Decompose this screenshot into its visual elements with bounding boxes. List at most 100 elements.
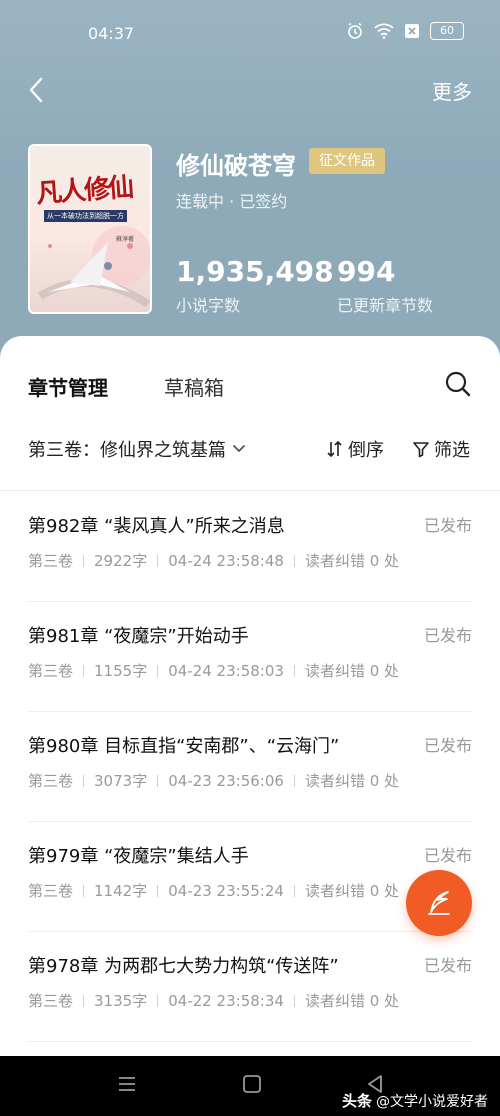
chapter-item[interactable]: 第980章 目标直指“安南郡”、“云海门” 已发布 第三卷 3073字 04-2… [0,712,500,822]
chapter-title: 第982章 “裴风真人”所来之消息 [28,516,285,537]
separator [293,664,295,677]
chapter-time: 04-24 23:58:03 [168,661,284,680]
chapter-title: 第978章 为两郡七大势力构筑“传送阵” [28,956,339,977]
watermark-logo: 头条 [341,1092,372,1110]
chapter-panel: 章节管理 草稿箱 第三卷：修仙界之筑基篇 倒序 筛选 第982章 “裴风真人”所… [0,336,500,1056]
separator [157,994,159,1007]
divider [0,490,500,491]
chapter-words: 1155字 [94,662,148,680]
contest-badge: 征文作品 [309,148,385,174]
chapter-volume: 第三卷 [28,662,74,680]
sort-icon [327,440,342,458]
separator [83,664,85,677]
divider [28,1041,472,1042]
chapter-time: 04-23 23:56:06 [168,771,284,790]
search-icon [445,371,471,397]
chapter-item[interactable]: 第978章 为两郡七大势力构筑“传送阵” 已发布 第三卷 3135字 04-22… [0,932,500,1042]
chapter-words: 3135字 [94,992,148,1010]
book-header: 04:37 60 更多 凡人修仙 从一本破功法到超脱一方 蘇淳著 修仙破苍穹 征… [0,0,500,380]
system-nav-bar: 头条 @文学小说爱好者 [0,1056,500,1116]
alarm-icon [348,22,362,39]
separator [83,554,85,567]
chapter-count-value: 994 [337,255,396,288]
chapter-status: 已发布 [423,956,472,975]
sort-label: 倒序 [348,440,384,461]
tab-chapter-management[interactable]: 章节管理 [28,372,108,401]
filter-icon [413,442,429,458]
filter-row: 第三卷：修仙界之筑基篇 倒序 筛选 [0,436,500,468]
filter-button[interactable]: 筛选 [412,436,470,462]
chapter-time: 04-24 23:58:48 [168,551,284,570]
cover-subtitle: 从一本破功法到超脱一方 [44,210,127,222]
chapter-meta: 第三卷 3073字 04-23 23:56:06 读者纠错 0 处 [28,770,399,791]
book-title: 修仙破苍穹 [176,152,296,180]
word-count-value: 1,935,498 [176,255,334,288]
chapter-words: 1142字 [94,882,148,900]
home-icon[interactable] [242,1074,262,1094]
search-button[interactable] [444,370,472,398]
back-button[interactable] [28,70,60,110]
separator [83,884,85,897]
wifi-icon [374,23,394,39]
cover-title: 凡人修仙 [35,172,134,210]
chevron-down-icon [233,445,245,453]
menu-icon[interactable] [117,1074,137,1094]
watermark: 头条 @文学小说爱好者 [342,1090,488,1111]
chapter-meta: 第三卷 1142字 04-23 23:55:24 读者纠错 0 处 [28,880,399,901]
volume-select-label: 第三卷：修仙界之筑基篇 [28,440,226,461]
status-icons: 60 [346,22,464,40]
status-time: 04:37 [88,24,135,43]
chapter-meta: 第三卷 3135字 04-22 23:58:34 读者纠错 0 处 [28,990,399,1011]
chapter-volume: 第三卷 [28,992,74,1010]
cover-author: 蘇淳著 [116,236,135,243]
chapter-status: 已发布 [423,846,472,865]
separator [293,774,295,787]
chapter-errors: 读者纠错 0 处 [304,882,400,900]
chapter-time: 04-22 23:58:34 [168,991,284,1010]
top-nav: 更多 [0,70,500,110]
word-count-label: 小说字数 [176,296,241,315]
battery-icon: 60 [430,22,464,40]
chapter-status: 已发布 [423,736,472,755]
chapter-words: 3073字 [94,772,148,790]
write-chapter-button[interactable] [406,870,472,936]
more-button[interactable]: 更多 [432,76,472,105]
separator [157,554,159,567]
chapter-volume: 第三卷 [28,772,74,790]
chapter-errors: 读者纠错 0 处 [304,552,400,570]
chapter-meta: 第三卷 2922字 04-24 23:58:48 读者纠错 0 处 [28,550,399,571]
separator [157,884,159,897]
separator [157,774,159,787]
volume-select[interactable]: 第三卷：修仙界之筑基篇 [28,436,246,462]
chapter-meta: 第三卷 1155字 04-24 23:58:03 读者纠错 0 处 [28,660,399,681]
sort-button[interactable]: 倒序 [326,436,384,462]
filter-label: 筛选 [434,440,470,461]
chapter-errors: 读者纠错 0 处 [304,992,400,1010]
separator [83,994,85,1007]
watermark-text: @文学小说爱好者 [376,1093,488,1110]
chapter-status: 已发布 [423,516,472,535]
book-status: 连载中 · 已签约 [176,192,288,211]
status-bar: 04:37 60 [0,0,500,66]
separator [83,774,85,787]
tab-drafts[interactable]: 草稿箱 [164,372,224,401]
book-cover[interactable]: 凡人修仙 从一本破功法到超脱一方 蘇淳著 [28,144,152,314]
chapter-item[interactable]: 第981章 “夜魔宗”开始动手 已发布 第三卷 1155字 04-24 23:5… [0,602,500,712]
sim-icon [405,24,419,38]
chevron-left-icon [29,77,43,103]
chapter-item[interactable]: 第982章 “裴风真人”所来之消息 已发布 第三卷 2922字 04-24 23… [0,492,500,602]
separator [157,664,159,677]
chapter-volume: 第三卷 [28,882,74,900]
chapter-status: 已发布 [423,626,472,645]
chapter-title: 第979章 “夜魔宗”集结人手 [28,846,249,867]
chapter-words: 2922字 [94,552,148,570]
chapter-volume: 第三卷 [28,552,74,570]
separator [293,554,295,567]
chapter-title: 第980章 目标直指“安南郡”、“云海门” [28,736,340,757]
chapter-time: 04-23 23:55:24 [168,881,284,900]
chapter-errors: 读者纠错 0 处 [304,772,400,790]
chapter-count-label: 已更新章节数 [337,296,434,315]
quill-icon [428,891,450,915]
separator [293,884,295,897]
chapter-title: 第981章 “夜魔宗”开始动手 [28,626,249,647]
